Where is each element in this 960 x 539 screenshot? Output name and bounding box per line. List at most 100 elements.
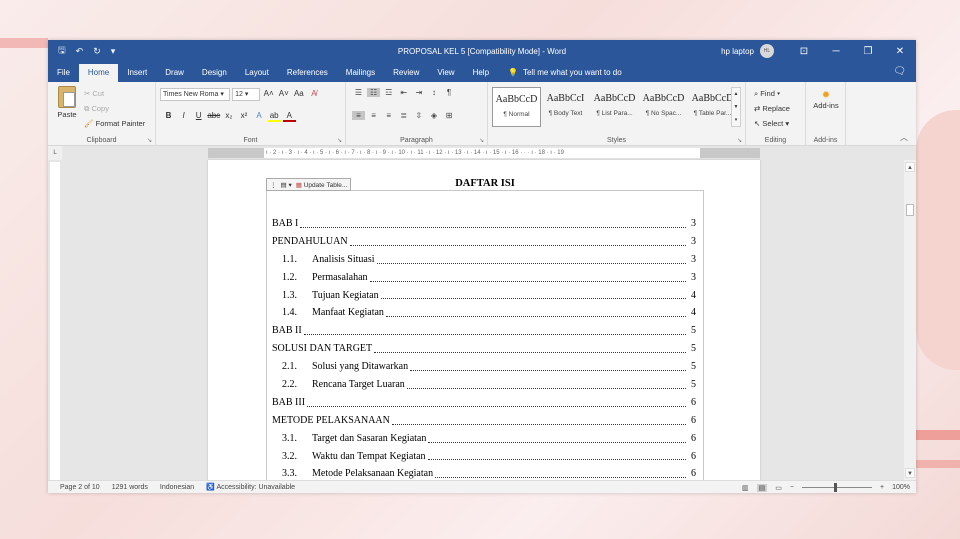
tab-home[interactable]: Home: [78, 64, 119, 82]
scroll-down-icon[interactable]: ▼: [905, 468, 915, 478]
document-page[interactable]: DAFTAR ISI ⋮ ▤ ▾ ▦ Update Table... BAB I…: [208, 160, 760, 490]
increase-indent-icon[interactable]: ⇥: [412, 88, 425, 97]
font-size-combo[interactable]: 12 ▾: [232, 88, 261, 101]
italic-icon[interactable]: I: [177, 111, 190, 120]
tab-mailings[interactable]: Mailings: [337, 64, 384, 82]
scroll-thumb[interactable]: [906, 204, 914, 216]
bullets-icon[interactable]: ☰: [352, 88, 365, 97]
tab-layout[interactable]: Layout: [236, 64, 278, 82]
save-icon[interactable]: 🖫: [58, 43, 66, 59]
select-button[interactable]: ↖ Select ▾: [754, 116, 790, 131]
decrease-indent-icon[interactable]: ⇤: [397, 88, 410, 97]
minimize-button[interactable]: ─: [820, 46, 852, 57]
shading-icon[interactable]: ◈: [427, 111, 440, 120]
tab-help[interactable]: Help: [464, 64, 498, 82]
dialog-launcher-icon[interactable]: ↘: [337, 137, 342, 144]
subscript-icon[interactable]: x₂: [222, 111, 235, 120]
superscript-icon[interactable]: x²: [237, 111, 250, 120]
tab-view[interactable]: View: [428, 64, 463, 82]
line-spacing-icon[interactable]: ⇳: [412, 111, 425, 120]
font-color-icon[interactable]: A: [282, 111, 296, 122]
copy-button[interactable]: ⧉ Copy: [84, 101, 145, 116]
find-button[interactable]: ⌕ Find ▾: [754, 86, 790, 101]
ribbon-display-options-icon[interactable]: ⊡: [788, 46, 820, 57]
print-layout-icon[interactable]: ▤: [756, 483, 768, 492]
grow-font-icon[interactable]: A˄: [262, 89, 275, 98]
scroll-up-icon[interactable]: ▲: [905, 162, 915, 172]
customize-qat-icon[interactable]: ▾: [111, 46, 116, 57]
zoom-out-icon[interactable]: −: [790, 484, 794, 491]
tell-me-box[interactable]: 💡 Tell me what you want to do: [498, 64, 622, 82]
accessibility-status[interactable]: ♿ Accessibility: Unavailable: [206, 483, 295, 491]
close-button[interactable]: ✕: [884, 46, 916, 57]
collapse-ribbon-icon[interactable]: ︿: [900, 132, 908, 143]
style-list-paragraph[interactable]: AaBbCcD ¶ List Para...: [590, 87, 639, 127]
toc-entry[interactable]: METODE PELAKSANAAN 6: [272, 412, 696, 430]
style-normal[interactable]: AaBbCcD ¶ Normal: [492, 87, 541, 127]
page-count[interactable]: Page 2 of 10: [60, 484, 100, 491]
toc-entry[interactable]: 1.4. Manfaat Kegiatan 4: [272, 304, 696, 322]
align-left-icon[interactable]: ≡: [352, 111, 365, 120]
restore-button[interactable]: ❐: [852, 46, 884, 57]
style-table-paragraph[interactable]: AaBbCcD ¶ Table Par...: [688, 87, 737, 127]
toc-entry[interactable]: 2.1. Solusi yang Ditawarkan 5: [272, 358, 696, 376]
change-case-icon[interactable]: Aa: [292, 89, 305, 98]
dialog-launcher-icon[interactable]: ↘: [479, 137, 484, 144]
toc-entry[interactable]: SOLUSI DAN TARGET 5: [272, 340, 696, 358]
strikethrough-icon[interactable]: abc: [207, 111, 220, 120]
user-name[interactable]: hp laptop: [721, 47, 754, 56]
toc-entry[interactable]: BAB II 5: [272, 322, 696, 340]
web-layout-icon[interactable]: ▭: [775, 484, 782, 492]
horizontal-ruler[interactable]: · 2 · ı · 1 · ı · · · ı · 1 · ı · 2 · ı …: [208, 148, 760, 158]
highlight-icon[interactable]: ab: [267, 111, 281, 122]
word-count[interactable]: 1291 words: [112, 484, 148, 491]
font-name-combo[interactable]: Times New Roma ▾: [160, 88, 230, 101]
tab-design[interactable]: Design: [193, 64, 236, 82]
bold-icon[interactable]: B: [162, 111, 175, 120]
toc-handle-icon[interactable]: ⋮: [270, 181, 277, 189]
dialog-launcher-icon[interactable]: ↘: [737, 137, 742, 144]
toc-entry[interactable]: BAB I 3: [272, 215, 696, 233]
tab-references[interactable]: References: [278, 64, 337, 82]
dialog-launcher-icon[interactable]: ↘: [147, 137, 152, 144]
undo-icon[interactable]: ↶: [76, 46, 84, 57]
justify-icon[interactable]: ≣: [397, 111, 410, 120]
style-no-spacing[interactable]: AaBbCcD ¶ No Spac...: [639, 87, 688, 127]
comments-icon[interactable]: 🗨: [893, 66, 906, 77]
toc-entry[interactable]: 2.2. Rencana Target Luaran 5: [272, 376, 696, 394]
toc-entry[interactable]: 1.3. Tujuan Kegiatan 4: [272, 287, 696, 305]
vertical-scrollbar[interactable]: ▲ ▼: [904, 160, 916, 480]
tab-insert[interactable]: Insert: [118, 64, 156, 82]
tab-review[interactable]: Review: [384, 64, 428, 82]
replace-button[interactable]: ⇄ Replace: [754, 101, 790, 116]
toc-menu-icon[interactable]: ▤ ▾: [281, 181, 292, 189]
toc-entry[interactable]: 3.1. Target dan Sasaran Kegiatan 6: [272, 430, 696, 448]
redo-icon[interactable]: ↻: [93, 46, 101, 57]
show-formatting-icon[interactable]: ¶: [443, 88, 456, 97]
format-painter-button[interactable]: 🖌 Format Painter: [84, 116, 145, 131]
shrink-font-icon[interactable]: A˅: [277, 89, 290, 98]
toc-entry[interactable]: 1.1. Analisis Situasi 3: [272, 251, 696, 269]
toc-entry[interactable]: 3.2. Waktu dan Tempat Kegiatan 6: [272, 448, 696, 466]
zoom-slider[interactable]: [802, 483, 872, 492]
style-body-text[interactable]: AaBbCcI ¶ Body Text: [541, 87, 590, 127]
cut-button[interactable]: ✂ Cut: [84, 86, 145, 101]
zoom-level[interactable]: 100%: [892, 484, 910, 491]
styles-gallery-scroll[interactable]: ▲ ▼ ▾: [731, 87, 741, 127]
tab-draw[interactable]: Draw: [156, 64, 193, 82]
toc-entry[interactable]: 1.2. Permasalahan 3: [272, 269, 696, 287]
align-right-icon[interactable]: ≡: [382, 111, 395, 120]
tab-selector[interactable]: L: [48, 146, 62, 160]
avatar[interactable]: HL: [760, 44, 774, 58]
clear-formatting-icon[interactable]: A̸: [307, 89, 320, 98]
borders-icon[interactable]: ⊞: [443, 111, 456, 120]
multilevel-list-icon[interactable]: ☲: [382, 88, 395, 97]
vertical-ruler[interactable]: [50, 162, 60, 480]
addins-button[interactable]: ✹ Add-ins: [812, 90, 840, 110]
tab-file[interactable]: File: [48, 64, 79, 82]
underline-icon[interactable]: U: [192, 111, 205, 120]
language[interactable]: Indonesian: [160, 484, 194, 491]
paste-button[interactable]: Paste: [54, 86, 80, 119]
align-center-icon[interactable]: ≡: [367, 111, 380, 120]
sort-icon[interactable]: ↕: [427, 88, 440, 97]
